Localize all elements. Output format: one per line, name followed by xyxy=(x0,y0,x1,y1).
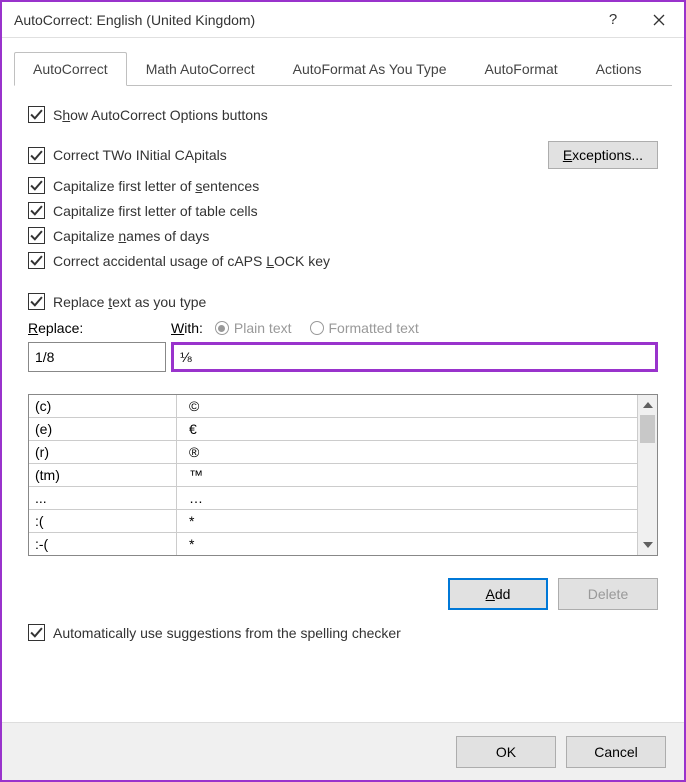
with-input[interactable] xyxy=(180,349,649,365)
checkbox-names-days[interactable] xyxy=(28,227,45,244)
table-cell-replace: :( xyxy=(29,510,177,532)
radio-formatted-label: Formatted text xyxy=(329,320,419,336)
label-auto-suggest: Automatically use suggestions from the s… xyxy=(53,625,401,641)
table-row[interactable]: :-(* xyxy=(29,533,637,555)
label-show-options: Show AutoCorrect Options buttons xyxy=(53,107,268,123)
table-cell-replace: (r) xyxy=(29,441,177,463)
help-button[interactable]: ? xyxy=(590,3,636,37)
replace-input[interactable] xyxy=(28,342,166,372)
with-label: With: xyxy=(171,320,203,336)
checkbox-replace-type[interactable] xyxy=(28,293,45,310)
table-cell-with: € xyxy=(177,421,637,437)
ok-button[interactable]: OK xyxy=(456,736,556,768)
label-first-sentence: Capitalize first letter of sentences xyxy=(53,178,259,194)
table-cell-replace: (e) xyxy=(29,418,177,440)
table-row[interactable]: ...… xyxy=(29,487,637,510)
table-cell-with: ™ xyxy=(177,467,637,483)
radio-formatted-text xyxy=(310,321,324,335)
close-button[interactable] xyxy=(636,3,682,37)
scroll-up-icon[interactable] xyxy=(638,395,657,415)
table-cell-with: … xyxy=(177,490,637,506)
scroll-thumb[interactable] xyxy=(640,415,655,443)
table-cell-with: * xyxy=(177,536,637,552)
checkbox-first-cell[interactable] xyxy=(28,202,45,219)
window-title: AutoCorrect: English (United Kingdom) xyxy=(14,12,590,28)
delete-button: Delete xyxy=(558,578,658,610)
table-row[interactable]: (tm)™ xyxy=(29,464,637,487)
table-cell-with: ® xyxy=(177,444,637,460)
tab-autocorrect[interactable]: AutoCorrect xyxy=(14,52,127,86)
replace-label: Replace: xyxy=(28,320,171,336)
table-cell-replace: (c) xyxy=(29,395,177,417)
table-row[interactable]: (r)® xyxy=(29,441,637,464)
scrollbar[interactable] xyxy=(637,395,657,555)
radio-plain-text xyxy=(215,321,229,335)
autocorrect-table: (c)©(e)€(r)®(tm)™...…:(*:-(* xyxy=(28,394,658,556)
checkbox-show-options[interactable] xyxy=(28,106,45,123)
label-names-days: Capitalize names of days xyxy=(53,228,209,244)
checkbox-caps-lock[interactable] xyxy=(28,252,45,269)
table-cell-replace: (tm) xyxy=(29,464,177,486)
checkbox-auto-suggest[interactable] xyxy=(28,624,45,641)
label-first-cell: Capitalize first letter of table cells xyxy=(53,203,258,219)
checkbox-first-sentence[interactable] xyxy=(28,177,45,194)
label-two-initial: Correct TWo INitial CApitals xyxy=(53,147,227,163)
with-input-highlight xyxy=(171,342,658,372)
table-cell-with: © xyxy=(177,398,637,414)
tab-autoformat-type[interactable]: AutoFormat As You Type xyxy=(274,52,466,85)
tab-math-autocorrect[interactable]: Math AutoCorrect xyxy=(127,52,274,85)
checkbox-two-initial[interactable] xyxy=(28,147,45,164)
table-cell-replace: ... xyxy=(29,487,177,509)
dialog-footer: OK Cancel xyxy=(2,722,684,780)
tab-bar: AutoCorrect Math AutoCorrect AutoFormat … xyxy=(14,52,672,86)
scroll-down-icon[interactable] xyxy=(638,535,657,555)
table-row[interactable]: (c)© xyxy=(29,395,637,418)
label-caps-lock: Correct accidental usage of cAPS LOCK ke… xyxy=(53,253,330,269)
titlebar: AutoCorrect: English (United Kingdom) ? xyxy=(2,2,684,38)
exceptions-button[interactable]: Exceptions... xyxy=(548,141,658,169)
radio-plain-label: Plain text xyxy=(234,320,292,336)
cancel-button[interactable]: Cancel xyxy=(566,736,666,768)
tab-actions[interactable]: Actions xyxy=(577,52,661,85)
label-replace-type: Replace text as you type xyxy=(53,294,206,310)
table-row[interactable]: (e)€ xyxy=(29,418,637,441)
add-button[interactable]: Add xyxy=(448,578,548,610)
table-row[interactable]: :(* xyxy=(29,510,637,533)
close-icon xyxy=(653,14,665,26)
tab-autoformat[interactable]: AutoFormat xyxy=(465,52,576,85)
table-cell-with: * xyxy=(177,513,637,529)
table-cell-replace: :-( xyxy=(29,533,177,555)
